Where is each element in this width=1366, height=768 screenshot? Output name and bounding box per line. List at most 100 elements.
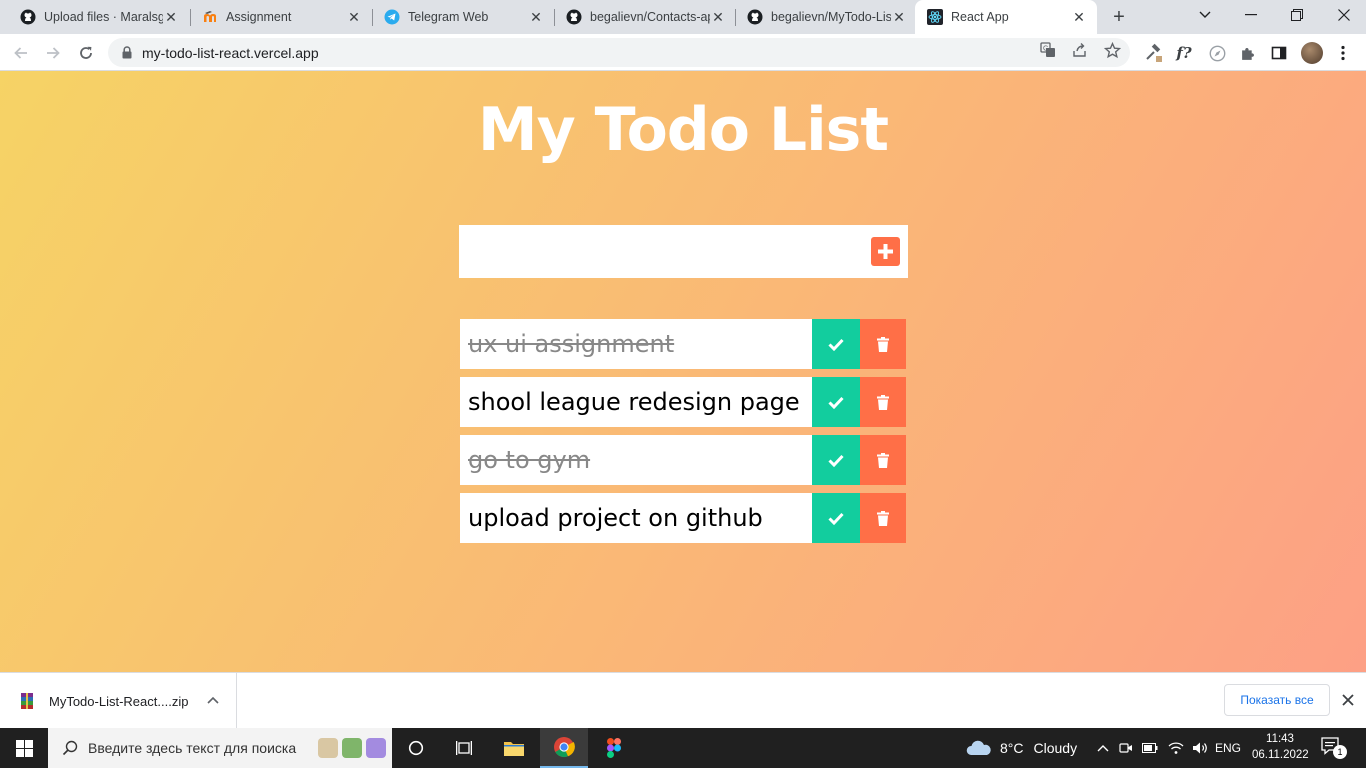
todo-input[interactable] xyxy=(459,225,859,278)
side-panel-icon[interactable] xyxy=(1269,43,1289,63)
plus-icon xyxy=(878,244,893,259)
complete-button[interactable] xyxy=(812,319,860,369)
cortana-circle-icon xyxy=(408,740,424,756)
list-item: go to gym xyxy=(460,435,906,485)
list-item: shool league redesign page xyxy=(460,377,906,427)
extensions-puzzle-icon[interactable] xyxy=(1238,43,1258,63)
function-extension-icon[interactable]: f? xyxy=(1174,43,1194,63)
address-bar[interactable]: my-todo-list-react.vercel.app xyxy=(108,38,1130,67)
battery-icon[interactable] xyxy=(1141,728,1159,768)
tab-assignment[interactable]: Assignment ✕ xyxy=(182,0,372,34)
back-arrow-icon[interactable] xyxy=(8,40,34,66)
cloud-icon xyxy=(966,740,991,755)
restore-icon[interactable] xyxy=(1275,0,1319,30)
folder-icon xyxy=(504,742,524,756)
complete-button[interactable] xyxy=(812,493,860,543)
tab-search-chevron-icon[interactable] xyxy=(1183,0,1227,30)
weather-widget[interactable]: 8°C Cloudy xyxy=(966,728,1077,768)
volume-icon[interactable] xyxy=(1190,728,1210,768)
show-hidden-icons-chevron-icon[interactable] xyxy=(1094,728,1112,768)
tab-title: begalievn/MyTodo-Lis xyxy=(771,10,891,24)
new-tab-button[interactable]: + xyxy=(1108,6,1130,28)
chevron-up-icon[interactable] xyxy=(204,691,222,709)
tab-contacts-repo[interactable]: begalievn/Contacts-ap ✕ xyxy=(546,0,736,34)
check-icon xyxy=(828,338,844,351)
tab-upload-files[interactable]: Upload files · Maralsgi ✕ xyxy=(0,0,189,34)
tab-title: Upload files · Maralsgi xyxy=(44,10,163,24)
search-highlight-medal-icon xyxy=(318,738,338,758)
check-icon xyxy=(828,396,844,409)
tab-telegram[interactable]: Telegram Web ✕ xyxy=(364,0,554,34)
compass-icon[interactable] xyxy=(1207,43,1227,63)
bookmark-star-icon[interactable] xyxy=(1103,41,1121,59)
windows-taskbar: Введите здесь текст для поиска 8°C Cloud… xyxy=(0,728,1366,768)
task-view-button[interactable] xyxy=(440,728,488,768)
github-icon xyxy=(566,9,582,25)
close-download-bar-icon[interactable] xyxy=(1339,691,1357,709)
meet-now-icon[interactable] xyxy=(1117,728,1135,768)
complete-button[interactable] xyxy=(812,435,860,485)
archive-file-icon xyxy=(21,693,33,709)
tab-react-app[interactable]: React App ✕ xyxy=(915,0,1097,34)
file-explorer-button[interactable] xyxy=(490,728,538,768)
translate-icon[interactable]: G xyxy=(1039,41,1057,59)
trash-icon xyxy=(877,394,889,410)
close-icon[interactable]: ✕ xyxy=(1071,9,1087,25)
download-bar: MyTodo-List-React....zip Показать все xyxy=(0,672,1366,729)
browser-toolbar: my-todo-list-react.vercel.app G f? xyxy=(0,34,1366,71)
lock-icon[interactable] xyxy=(120,46,134,60)
close-icon[interactable]: ✕ xyxy=(891,9,907,25)
forward-arrow-icon[interactable] xyxy=(40,40,66,66)
system-clock[interactable]: 11:43 06.11.2022 xyxy=(1252,731,1309,763)
reload-icon[interactable] xyxy=(73,40,99,66)
wifi-icon[interactable] xyxy=(1166,728,1186,768)
trash-icon xyxy=(877,452,889,468)
delete-button[interactable] xyxy=(860,493,906,543)
moodle-icon xyxy=(202,9,218,25)
add-todo-button[interactable] xyxy=(871,237,900,266)
window-close-icon[interactable] xyxy=(1322,0,1366,30)
close-icon[interactable]: ✕ xyxy=(163,9,179,25)
search-icon xyxy=(62,740,78,756)
start-button[interactable] xyxy=(0,728,48,768)
trash-icon xyxy=(877,510,889,526)
todo-app-page: My Todo List ux ui assignment shool leag… xyxy=(0,71,1366,672)
language-indicator[interactable]: ENG xyxy=(1213,728,1243,768)
page-title: My Todo List xyxy=(477,95,889,165)
chrome-button[interactable] xyxy=(540,728,588,768)
search-highlight-calendar-icon xyxy=(342,738,362,758)
trash-icon xyxy=(877,336,889,352)
browser-tab-strip: Upload files · Maralsgi ✕ Assignment ✕ T… xyxy=(0,0,1366,34)
search-highlight-shoe-icon xyxy=(366,738,386,758)
close-icon[interactable]: ✕ xyxy=(346,9,362,25)
todo-text: upload project on github xyxy=(468,504,763,532)
more-menu-icon[interactable] xyxy=(1333,43,1353,63)
todo-text: ux ui assignment xyxy=(468,330,675,358)
close-icon[interactable]: ✕ xyxy=(528,9,544,25)
taskbar-search[interactable]: Введите здесь текст для поиска xyxy=(48,728,392,768)
delete-button[interactable] xyxy=(860,435,906,485)
notification-count-badge: 1 xyxy=(1333,745,1347,759)
notification-center-button[interactable]: 1 xyxy=(1320,736,1348,760)
tab-mytodo-repo[interactable]: begalievn/MyTodo-Lis ✕ xyxy=(727,0,917,34)
extension-hammer-icon[interactable] xyxy=(1144,43,1164,63)
tab-title: React App xyxy=(951,10,1009,24)
figma-icon xyxy=(607,738,621,758)
todo-text: go to gym xyxy=(468,446,591,474)
minimize-icon[interactable] xyxy=(1229,0,1273,30)
windows-logo-icon xyxy=(15,739,33,757)
telegram-icon xyxy=(384,9,400,25)
close-icon[interactable]: ✕ xyxy=(710,9,726,25)
react-icon xyxy=(927,9,943,25)
show-all-downloads-button[interactable]: Показать все xyxy=(1224,684,1330,716)
cortana-button[interactable] xyxy=(392,728,440,768)
complete-button[interactable] xyxy=(812,377,860,427)
download-item[interactable]: MyTodo-List-React....zip xyxy=(0,673,237,729)
github-icon xyxy=(747,9,763,25)
delete-button[interactable] xyxy=(860,377,906,427)
delete-button[interactable] xyxy=(860,319,906,369)
profile-avatar[interactable] xyxy=(1301,42,1323,64)
figma-button[interactable] xyxy=(590,728,638,768)
list-item: ux ui assignment xyxy=(460,319,906,369)
share-icon[interactable] xyxy=(1071,41,1089,59)
